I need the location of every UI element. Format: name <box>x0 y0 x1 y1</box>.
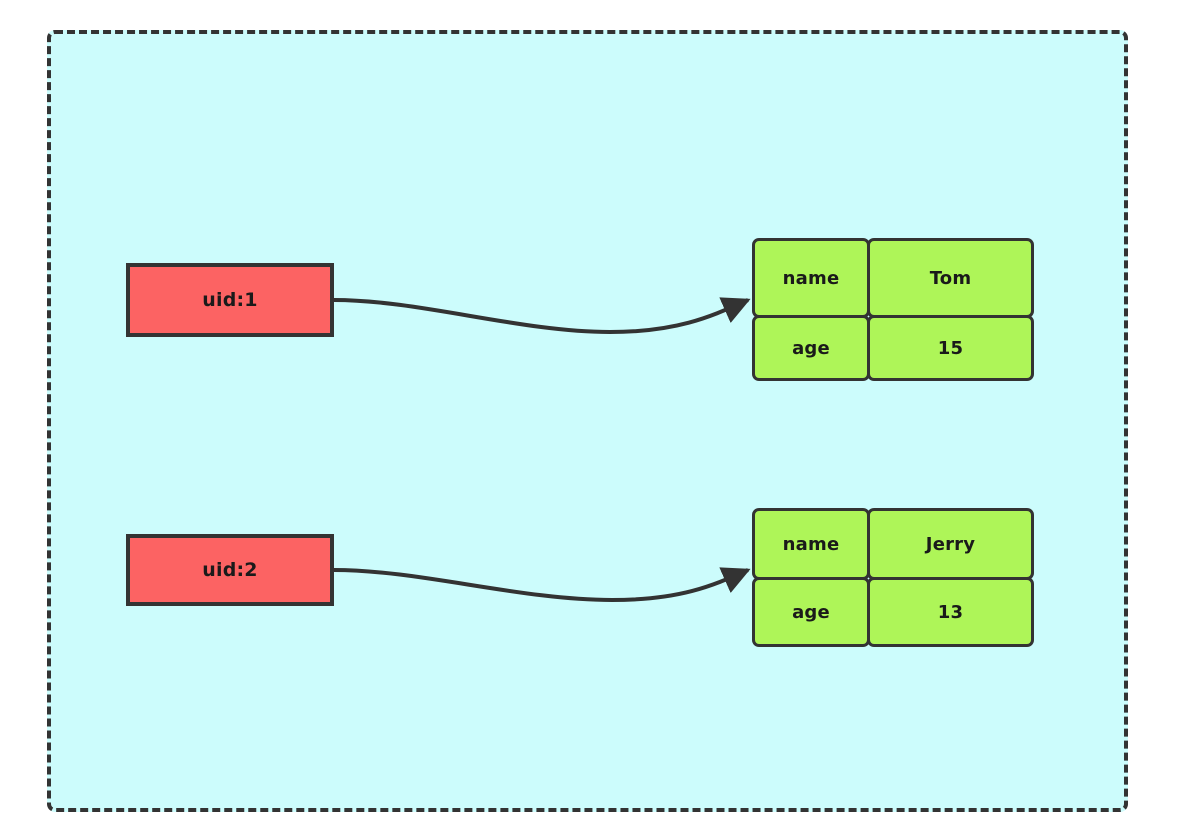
record-2-row-1-key[interactable]: age <box>752 577 870 647</box>
record-2-row-0-key[interactable]: name <box>752 508 870 580</box>
uid-node-2-label: uid:2 <box>202 559 258 581</box>
diagram-canvas: uid:1 uid:2 name Tom age 15 name Jerry a… <box>0 0 1192 840</box>
record-2-row-0-key-label: name <box>782 533 840 555</box>
record-table-1: name Tom age 15 <box>752 238 1034 381</box>
record-2-row-1-value[interactable]: 13 <box>867 577 1034 647</box>
record-2-row-1-value-label: 13 <box>937 601 964 623</box>
diagram-cluster-border <box>47 30 1128 812</box>
record-2-row-0-value-label: Jerry <box>925 533 976 555</box>
record-2-row-0-value[interactable]: Jerry <box>867 508 1034 580</box>
record-table-2: name Jerry age 13 <box>752 508 1034 647</box>
record-1-row-1-key[interactable]: age <box>752 315 870 381</box>
record-1-row-0-value-label: Tom <box>929 267 972 289</box>
record-1-row-1-key-label: age <box>792 337 830 359</box>
uid-node-2[interactable]: uid:2 <box>126 534 334 606</box>
record-1-row-0-value[interactable]: Tom <box>867 238 1034 318</box>
record-2-row-1-key-label: age <box>792 601 830 623</box>
record-1-row-1-value-label: 15 <box>937 337 964 359</box>
uid-node-1[interactable]: uid:1 <box>126 263 334 337</box>
record-1-row-1-value[interactable]: 15 <box>867 315 1034 381</box>
record-1-row-0-key[interactable]: name <box>752 238 870 318</box>
record-1-row-0-key-label: name <box>782 267 840 289</box>
uid-node-1-label: uid:1 <box>202 289 258 311</box>
